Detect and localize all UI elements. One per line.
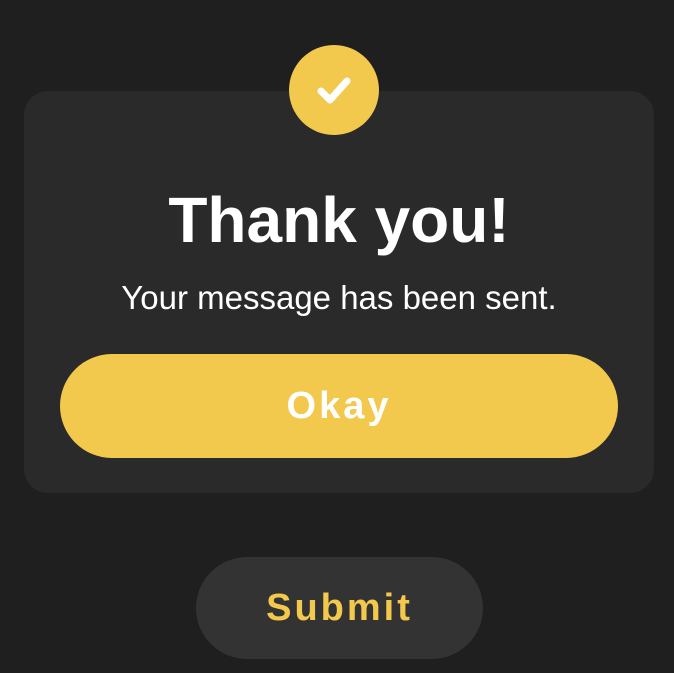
success-badge [289,45,379,135]
okay-button[interactable]: Okay [60,354,618,458]
submit-button[interactable]: Submit [196,557,483,659]
dialog-title: Thank you! [168,184,510,256]
checkmark-icon [317,77,351,104]
dialog-message: Your message has been sent. [121,279,557,316]
success-dialog: Thank you! Your message has been sent. O… [24,91,654,493]
